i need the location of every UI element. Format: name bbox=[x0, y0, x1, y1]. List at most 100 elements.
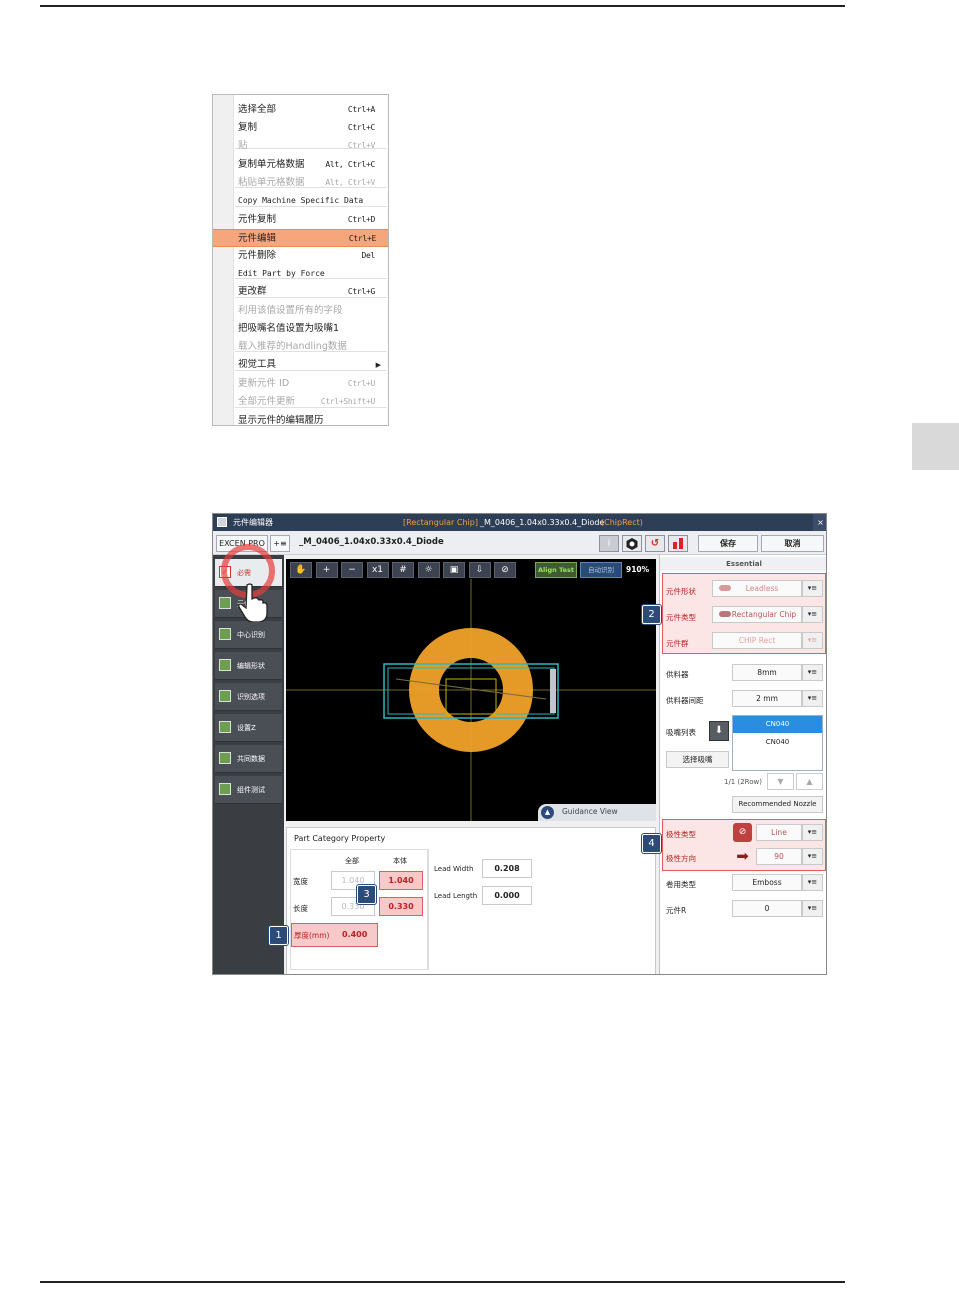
menu-item-shortcut: Ctrl+E bbox=[348, 234, 376, 243]
grid-icon[interactable]: # bbox=[392, 562, 414, 578]
badge-2: 2 bbox=[642, 605, 661, 624]
menu-item-label: 元件删除 bbox=[238, 250, 277, 261]
auto-recognize-button[interactable]: 自动识别 bbox=[580, 562, 622, 578]
menu-item[interactable]: Copy Machine Specific Data bbox=[235, 192, 387, 210]
submenu-arrow-icon: ▶ bbox=[375, 361, 381, 369]
menu-item[interactable]: 粘贴单元格数据 Alt, Ctrl+V bbox=[235, 174, 387, 192]
width-body-value[interactable]: 1.040 bbox=[379, 871, 423, 890]
align-test-button[interactable]: Align Test bbox=[535, 562, 577, 578]
save-image-icon[interactable]: ▣ bbox=[443, 562, 465, 578]
sidebar-item[interactable]: 设置Z bbox=[215, 714, 282, 742]
group-value[interactable]: CHIP Rect bbox=[712, 632, 802, 649]
cancel-button[interactable]: 取消 bbox=[761, 535, 824, 552]
menu-item[interactable]: 元件编辑 Ctrl+E bbox=[213, 229, 388, 247]
zoom-out-icon[interactable]: − bbox=[341, 562, 363, 578]
menu-item[interactable]: 复制 Ctrl+C bbox=[235, 119, 387, 137]
hand-icon[interactable]: ✋ bbox=[290, 562, 312, 578]
menu-item-shortcut: Ctrl+A bbox=[347, 105, 375, 114]
type-dropdown[interactable]: ▾≡ bbox=[802, 606, 823, 623]
close-icon[interactable]: × bbox=[813, 514, 826, 531]
bottom-rule bbox=[40, 1281, 845, 1283]
shape-value[interactable]: Leadless bbox=[712, 580, 802, 597]
sidebar-item[interactable]: 组件测试 bbox=[215, 776, 282, 804]
save-button[interactable]: 保存 bbox=[698, 535, 758, 552]
z-icon bbox=[219, 721, 231, 733]
menu-item[interactable]: 显示元件的编辑履历 bbox=[235, 412, 387, 430]
polarity-dir-dropdown[interactable]: ▾≡ bbox=[802, 848, 823, 865]
sidebar-item-label: 中心识别 bbox=[237, 631, 265, 639]
chevron-up-icon: ▲ bbox=[541, 806, 554, 819]
sidebar-item[interactable]: 共同数据 bbox=[215, 745, 282, 773]
menu-item[interactable]: 元件删除 Del bbox=[235, 247, 387, 265]
menu-item[interactable]: 全部元件更新 Ctrl+Shift+U bbox=[235, 393, 387, 411]
zoom-in-icon[interactable]: + bbox=[315, 562, 338, 578]
menu-item[interactable]: 视觉工具 ▶ bbox=[235, 356, 387, 374]
shape-dropdown[interactable]: ▾≡ bbox=[802, 580, 823, 597]
recommended-nozzle-button[interactable]: Recommended Nozzle bbox=[732, 796, 823, 813]
menu-button[interactable]: +≡ bbox=[270, 535, 290, 552]
page-down-icon[interactable]: ▼ bbox=[767, 773, 794, 790]
menu-item[interactable]: 利用该值设置所有的字段 bbox=[235, 302, 387, 320]
menu-item-label: 更新元件 ID bbox=[238, 378, 290, 389]
feeder-value[interactable]: 8mm bbox=[732, 664, 802, 681]
type-value[interactable]: Rectangular Chip bbox=[712, 606, 802, 623]
compass-icon[interactable]: ⊘ bbox=[494, 562, 516, 578]
light-icon[interactable]: ☼ bbox=[417, 562, 440, 578]
group-dropdown[interactable]: ▾≡ bbox=[802, 632, 823, 649]
lead-width-value[interactable]: 0.208 bbox=[482, 859, 532, 878]
page-up-icon[interactable]: ▲ bbox=[796, 773, 823, 790]
menu-item[interactable]: 载入推荐的Handling数据 bbox=[235, 338, 387, 356]
width-label: 宽度 bbox=[293, 877, 308, 886]
menu-item[interactable]: 更改群 Ctrl+G bbox=[235, 283, 387, 301]
polarity-dir-value[interactable]: 90 bbox=[756, 848, 802, 865]
select-nozzle-button[interactable]: 选择吸嘴 bbox=[666, 751, 729, 768]
undo-icon[interactable]: ↺ bbox=[645, 535, 665, 552]
polarity-type-dropdown[interactable]: ▾≡ bbox=[802, 824, 823, 841]
menu-item-label: 粘贴单元格数据 bbox=[238, 177, 305, 188]
thickness-row: 厚度(mm) 0.400 bbox=[291, 923, 378, 947]
guidance-label: Guidance View bbox=[562, 807, 618, 816]
nozzle-down-icon[interactable]: ⬇ bbox=[709, 721, 729, 741]
vision-view[interactable]: ✋ + − x1 # ☼ ▣ ⇩ ⊘ Align Test 自动识别 910% ▲ Guidan… bbox=[286, 559, 656, 821]
menu-item[interactable]: 元件复制 Ctrl+D bbox=[235, 211, 387, 229]
nozzle-item-selected[interactable]: CN040 bbox=[733, 716, 822, 733]
thickness-value[interactable]: 0.400 bbox=[342, 930, 367, 939]
zoom-reset-icon[interactable]: x1 bbox=[366, 562, 389, 578]
tape-dropdown[interactable]: ▾≡ bbox=[802, 874, 823, 891]
toolbar: EXCEN PRO +≡ _M_0406_1.04x0.33x0.4_Diode… bbox=[213, 531, 826, 555]
shape-label: 元件形状 bbox=[666, 587, 696, 596]
menu-item-label: 贴 bbox=[238, 140, 248, 151]
r-value[interactable]: 0 bbox=[732, 900, 802, 917]
lead-width-label: Lead Width bbox=[434, 865, 474, 873]
sidebar-item[interactable]: 中心识别 bbox=[215, 621, 282, 649]
length-body-value[interactable]: 0.330 bbox=[379, 897, 423, 916]
lead-length-value[interactable]: 0.000 bbox=[482, 886, 532, 905]
menu-item-shortcut: Ctrl+D bbox=[347, 215, 375, 224]
info-icon[interactable]: i bbox=[599, 535, 619, 552]
download-icon[interactable]: ⇩ bbox=[468, 562, 491, 578]
sidebar-item[interactable]: 识别选项 bbox=[215, 683, 282, 711]
feeder-dropdown[interactable]: ▾≡ bbox=[802, 664, 823, 681]
sidebar-item[interactable]: 编辑形状 bbox=[215, 652, 282, 680]
pitch-dropdown[interactable]: ▾≡ bbox=[802, 690, 823, 707]
nozzle-list[interactable]: CN040 CN040 bbox=[732, 715, 823, 771]
tape-value[interactable]: Emboss bbox=[732, 874, 802, 891]
nozzle-item[interactable]: CN040 bbox=[733, 733, 822, 751]
menu-item-label: 选择全部 bbox=[238, 104, 277, 115]
col-body-header: 本体 bbox=[393, 857, 407, 865]
menu-item[interactable]: 选择全部 Ctrl+A bbox=[235, 101, 387, 119]
menu-item[interactable]: 把吸嘴名值设置为吸嘴1 bbox=[235, 320, 387, 338]
chapter-tab bbox=[912, 423, 959, 470]
guidance-view-toggle[interactable]: ▲ Guidance View bbox=[538, 804, 656, 821]
status-icon[interactable] bbox=[668, 535, 688, 552]
menu-item[interactable]: Edit Part by Force bbox=[235, 265, 387, 283]
polarity-type-value[interactable]: Line bbox=[756, 824, 802, 841]
menu-item[interactable]: 复制单元格数据 Alt, Ctrl+C bbox=[235, 156, 387, 174]
title-category: [Rectangular Chip] bbox=[403, 518, 478, 527]
r-dropdown[interactable]: ▾≡ bbox=[802, 900, 823, 917]
menu-item[interactable]: 贴 Ctrl+V bbox=[235, 137, 387, 155]
menu-item[interactable]: 更新元件 ID Ctrl+U bbox=[235, 375, 387, 393]
menu-item-label: 元件编辑 bbox=[238, 233, 277, 244]
pitch-value[interactable]: 2 mm bbox=[732, 690, 802, 707]
hexagon-icon[interactable] bbox=[622, 535, 642, 552]
